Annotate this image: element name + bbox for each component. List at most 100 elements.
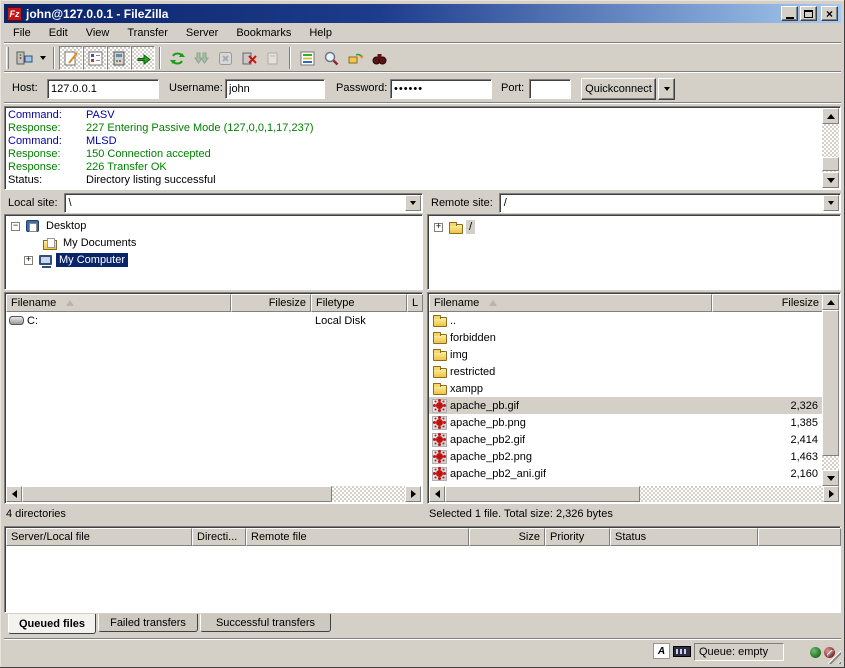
menu-help[interactable]: Help	[300, 25, 341, 41]
column-header-filesize[interactable]: Filesize	[712, 294, 824, 312]
quickconnect-dropdown-button[interactable]	[658, 78, 675, 100]
tree-item-desktop[interactable]: Desktop	[11, 218, 89, 234]
tree-item-my-documents[interactable]: My Documents	[41, 235, 139, 251]
collapse-icon[interactable]	[11, 222, 20, 231]
username-input[interactable]	[225, 79, 325, 99]
maximize-button[interactable]	[800, 6, 817, 21]
remote-row[interactable]: xampp	[429, 380, 824, 397]
refresh-button[interactable]	[165, 46, 189, 70]
maximize-icon	[804, 10, 813, 18]
tree-item-my-computer[interactable]: My Computer	[24, 252, 128, 268]
log-line: Status:Directory listing successful	[8, 174, 822, 187]
column-header-priority[interactable]: Priority	[545, 528, 610, 546]
image-file-icon	[431, 432, 448, 447]
column-header-last-modified[interactable]: L	[407, 294, 423, 312]
column-header-filetype[interactable]: Filetype	[311, 294, 407, 312]
remote-row[interactable]: apache_pb2_ani.gif2,160	[429, 465, 824, 482]
remote-horizontal-scrollbar[interactable]	[429, 486, 839, 502]
log-line: Response:227 Entering Passive Mode (127,…	[8, 122, 822, 135]
toggle-message-log-button[interactable]	[59, 46, 83, 70]
local-site-dropdown-button[interactable]	[405, 195, 421, 211]
expand-icon[interactable]	[434, 223, 443, 232]
toggle-transfer-queue-button[interactable]	[131, 46, 155, 70]
titlebar[interactable]: Fz john@127.0.0.1 - FileZilla ×	[4, 4, 841, 23]
scroll-thumb[interactable]	[445, 486, 640, 502]
arrow-down-icon	[827, 476, 835, 481]
minimize-button[interactable]	[781, 6, 798, 21]
tree-item-root[interactable]: /	[434, 219, 475, 235]
remote-row-selected[interactable]: apache_pb.gif2,326	[429, 397, 824, 414]
menu-server[interactable]: Server	[177, 25, 227, 41]
directory-comparison-button[interactable]	[295, 46, 319, 70]
column-header-size[interactable]: Size	[469, 528, 545, 546]
quickconnect-button[interactable]: Quickconnect	[581, 78, 656, 100]
site-manager-dropdown-button[interactable]	[36, 46, 49, 70]
local-site-combo[interactable]: \	[64, 193, 423, 213]
local-site-value: \	[69, 197, 72, 209]
local-horizontal-scrollbar[interactable]	[6, 486, 421, 502]
disconnect-button[interactable]	[237, 46, 261, 70]
column-header-filesize[interactable]: Filesize	[231, 294, 311, 312]
remote-row[interactable]: apache_pb2.gif2,414	[429, 431, 824, 448]
remote-site-combo[interactable]: /	[499, 193, 841, 213]
column-header-server-local-file[interactable]: Server/Local file	[6, 528, 192, 546]
menu-edit[interactable]: Edit	[40, 25, 77, 41]
scroll-right-button[interactable]	[405, 486, 421, 502]
scroll-thumb[interactable]	[822, 310, 839, 456]
column-header-remote-file[interactable]: Remote file	[246, 528, 469, 546]
scroll-up-button[interactable]	[822, 108, 839, 124]
toolbar-separator	[159, 47, 161, 69]
remote-row[interactable]: apache_pb2.png1,463	[429, 448, 824, 465]
host-input[interactable]	[47, 79, 159, 99]
menu-transfer[interactable]: Transfer	[118, 25, 177, 41]
menu-view[interactable]: View	[77, 25, 119, 41]
site-manager-button[interactable]	[12, 46, 36, 70]
local-list-header: Filename Filesize Filetype L	[6, 294, 423, 312]
remote-row[interactable]: restricted	[429, 363, 824, 380]
reconnect-button[interactable]	[261, 46, 285, 70]
local-row-c-drive[interactable]: C: Local Disk	[6, 312, 423, 329]
scroll-up-button[interactable]	[822, 294, 839, 310]
toolbar-grip[interactable]	[6, 47, 9, 69]
column-header-filename[interactable]: Filename	[429, 294, 712, 312]
resize-grip[interactable]	[827, 650, 841, 664]
remote-row[interactable]: forbidden	[429, 329, 824, 346]
password-input[interactable]	[390, 79, 492, 99]
toggle-remote-pane-button[interactable]	[107, 46, 131, 70]
remote-vertical-scrollbar[interactable]	[822, 294, 839, 486]
remote-row[interactable]: ..	[429, 312, 824, 329]
tab-failed-transfers[interactable]: Failed transfers	[98, 614, 198, 632]
synchronized-browsing-button[interactable]	[343, 46, 367, 70]
menu-file[interactable]: File	[4, 25, 40, 41]
scroll-left-button[interactable]	[429, 486, 445, 502]
toggle-local-pane-button[interactable]	[83, 46, 107, 70]
scroll-thumb[interactable]	[22, 486, 332, 502]
port-input[interactable]	[529, 79, 571, 99]
expand-icon[interactable]	[24, 256, 33, 265]
column-header-status[interactable]: Status	[610, 528, 758, 546]
column-header-direction[interactable]: Directi...	[192, 528, 246, 546]
folder-icon	[431, 364, 448, 379]
scroll-down-button[interactable]	[822, 470, 839, 486]
message-log: Command:PASV Response:227 Entering Passi…	[4, 106, 841, 190]
filter-button[interactable]	[367, 46, 391, 70]
arrow-left-icon	[12, 490, 17, 498]
cancel-button[interactable]	[213, 46, 237, 70]
remote-row[interactable]: apache_pb.png1,385	[429, 414, 824, 431]
column-header-filename[interactable]: Filename	[6, 294, 231, 312]
process-queue-button[interactable]	[189, 46, 213, 70]
find-files-button[interactable]	[319, 46, 343, 70]
close-button[interactable]: ×	[821, 6, 838, 21]
local-list-body: C: Local Disk	[6, 312, 423, 488]
remote-site-dropdown-button[interactable]	[823, 195, 839, 211]
scroll-right-button[interactable]	[823, 486, 839, 502]
scroll-down-button[interactable]	[822, 172, 839, 188]
tab-successful-transfers[interactable]: Successful transfers	[200, 614, 331, 632]
tab-queued-files[interactable]: Queued files	[8, 614, 96, 634]
sort-ascending-icon	[489, 300, 497, 306]
scroll-thumb[interactable]	[822, 157, 839, 171]
log-scrollbar[interactable]	[822, 108, 839, 188]
remote-row[interactable]: img	[429, 346, 824, 363]
menu-bookmarks[interactable]: Bookmarks	[227, 25, 300, 41]
scroll-left-button[interactable]	[6, 486, 22, 502]
